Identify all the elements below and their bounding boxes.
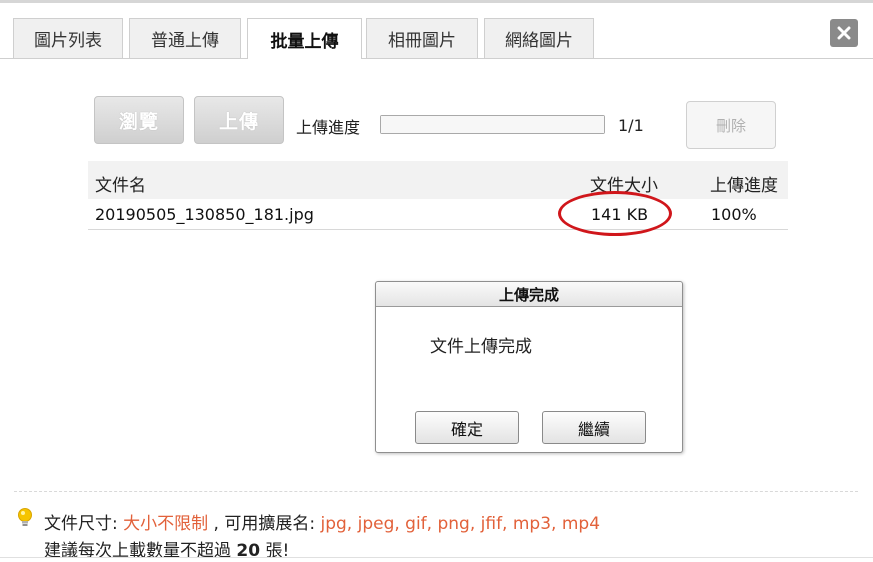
close-icon [837,26,851,40]
file-size-info: 文件尺寸: 大小不限制 , 可用擴展名: jpg, jpeg, gif, png… [44,509,600,534]
tab-normal-upload[interactable]: 普通上傳 [129,18,241,58]
tab-baseline [0,58,873,59]
upload-button[interactable]: 上傳 [194,96,284,144]
advice-suffix: 張! [260,541,290,561]
browse-button[interactable]: 瀏覽 [94,96,184,144]
progress-label: 上傳進度 [296,118,361,137]
file-progress-cell: 100% [711,205,757,224]
close-button[interactable] [830,19,858,47]
extensions-label: , 可用擴展名: [208,514,321,534]
file-size-cell: 141 KB [591,205,649,224]
advice-prefix: 建議每次上載數量不超過 [44,541,237,561]
tab-web-images[interactable]: 網絡圖片 [484,18,594,58]
progress-bar [380,115,605,134]
header-file-name: 文件名 [95,176,146,196]
dialog-title: 上傳完成 [376,282,682,307]
size-limit-value: 大小不限制 [123,514,209,534]
upload-complete-dialog: 上傳完成 文件上傳完成 確定 繼續 [375,281,683,453]
dialog-message: 文件上傳完成 [430,337,532,357]
dotted-divider [14,491,858,492]
tab-album-images[interactable]: 相冊圖片 [366,18,478,58]
advice-number: 20 [236,541,261,561]
size-label: 文件尺寸: [44,514,124,534]
progress-fill [381,116,604,133]
extensions-value: jpg, jpeg, gif, png, jfif, mp3, mp4 [320,514,601,534]
table-header: 文件名 文件大小 上傳進度 [88,161,788,199]
bottom-border [0,557,873,558]
table-row[interactable]: 20190505_130850_181.jpg 141 KB 100% [88,199,788,230]
lightbulb-icon [18,508,32,526]
tab-image-list[interactable]: 圖片列表 [13,18,123,58]
delete-button[interactable]: 刪除 [686,101,776,149]
tab-batch-upload[interactable]: 批量上傳 [247,18,362,59]
progress-count: 1/1 [618,116,644,135]
header-upload-progress: 上傳進度 [710,176,778,196]
header-file-size: 文件大小 [590,176,658,196]
file-table: 文件名 文件大小 上傳進度 20190505_130850_181.jpg 14… [88,161,788,230]
file-name-cell: 20190505_130850_181.jpg [95,205,314,224]
confirm-button[interactable]: 確定 [415,411,519,444]
tab-bar: 圖片列表 普通上傳 批量上傳 相冊圖片 網絡圖片 [0,0,873,59]
continue-button[interactable]: 繼續 [542,411,646,444]
